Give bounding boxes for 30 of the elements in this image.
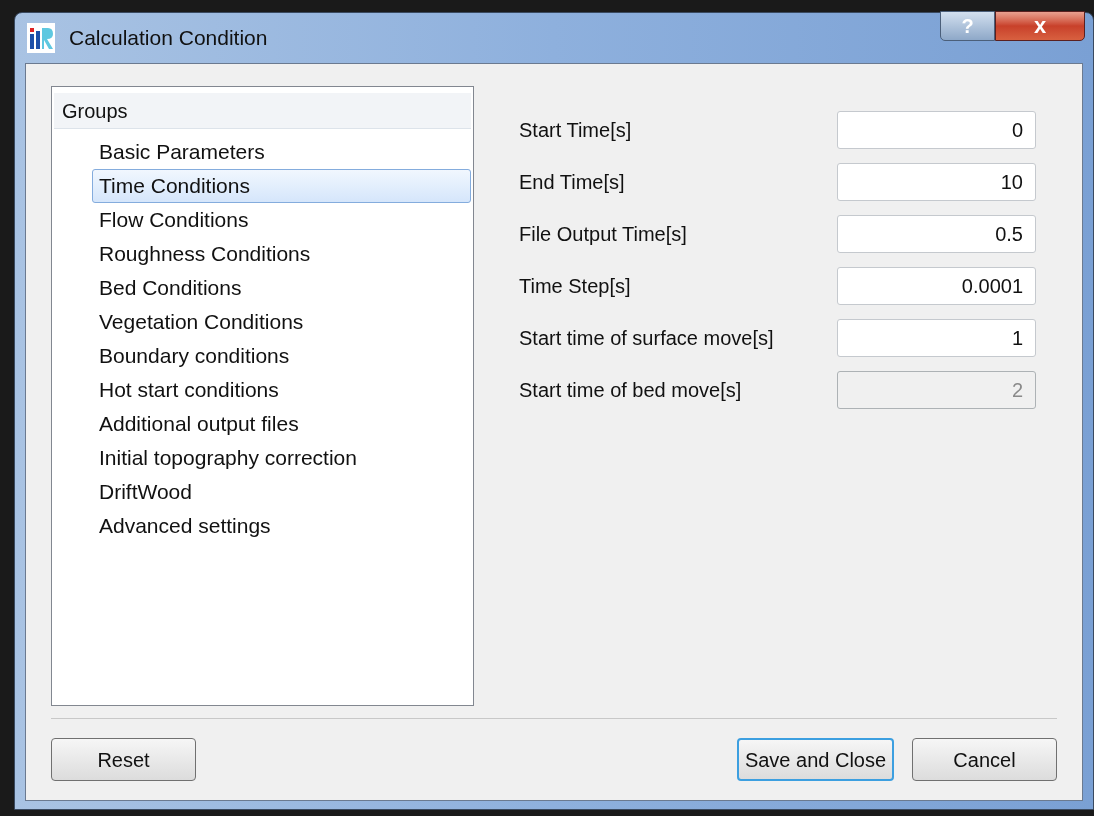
field-label: Time Step[s] (519, 274, 632, 299)
save-button[interactable]: Save and Close (737, 738, 894, 781)
group-item[interactable]: Hot start conditions (92, 373, 471, 407)
reset-button[interactable]: Reset (51, 738, 196, 781)
group-item[interactable]: Vegetation Conditions (92, 305, 471, 339)
close-button[interactable]: x (995, 11, 1085, 41)
group-item[interactable]: Basic Parameters (92, 135, 471, 169)
field-label: Start time of bed move[s] (519, 378, 743, 403)
number-field[interactable]: 10 (837, 163, 1036, 201)
list-header: Groups (54, 93, 471, 129)
window-title: Calculation Condition (69, 25, 268, 52)
group-item[interactable]: Initial topography correction (92, 441, 471, 475)
number-field[interactable]: 1 (837, 319, 1036, 357)
group-item[interactable]: Additional output files (92, 407, 471, 441)
number-field[interactable]: 0 (837, 111, 1036, 149)
group-item[interactable]: Advanced settings (92, 509, 471, 543)
group-item[interactable]: Time Conditions (92, 169, 471, 203)
field-label: Start time of surface move[s] (519, 326, 775, 351)
field-label: Start Time[s] (519, 118, 633, 143)
group-item[interactable]: Bed Conditions (92, 271, 471, 305)
group-item[interactable]: Roughness Conditions (92, 237, 471, 271)
app-logo-icon (27, 23, 55, 53)
group-item[interactable]: DriftWood (92, 475, 471, 509)
field-label: File Output Time[s] (519, 222, 688, 247)
group-item[interactable]: Boundary conditions (92, 339, 471, 373)
cancel-button[interactable]: Cancel (912, 738, 1057, 781)
number-field[interactable]: 0.0001 (837, 267, 1036, 305)
field-label: End Time[s] (519, 170, 626, 195)
number-field[interactable]: 0.5 (837, 215, 1036, 253)
group-item[interactable]: Flow Conditions (92, 203, 471, 237)
